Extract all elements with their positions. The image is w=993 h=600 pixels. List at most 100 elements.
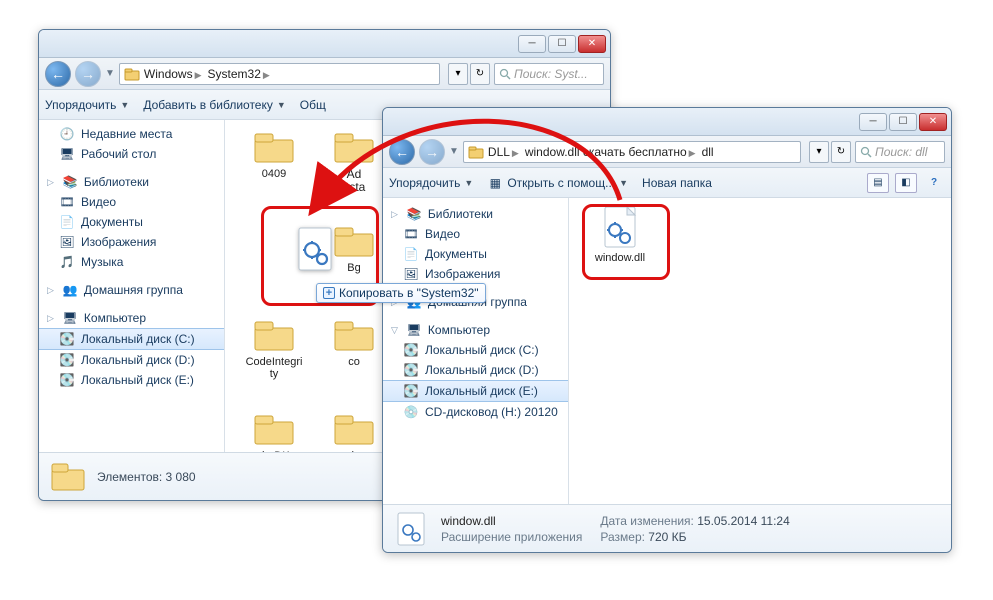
folder-icon (251, 314, 297, 354)
back-button[interactable]: ← (389, 139, 415, 165)
organize-menu[interactable]: Упорядочить▼ (389, 176, 473, 190)
library-icon: 📚 (406, 206, 422, 222)
nav-computer[interactable]: ▷🖥Компьютер (39, 308, 224, 328)
breadcrumb-item[interactable]: DLL▶ (486, 145, 521, 159)
explorer-window-dll: ─ ☐ ✕ ← → ▼ DLL▶ window.dll скачать бесп… (382, 107, 952, 553)
recent-icon: 🕘 (59, 126, 75, 142)
address-tools: ▾ ↻ (809, 141, 851, 163)
nav-recent[interactable]: 🕘Недавние места (39, 124, 224, 144)
video-icon: 🎞 (59, 194, 75, 210)
nav-videos[interactable]: 🎞Видео (383, 224, 568, 244)
nav-computer[interactable]: ▽🖥Компьютер (383, 320, 568, 340)
forward-button[interactable]: → (75, 61, 101, 87)
share-menu-truncated[interactable]: Общ (300, 98, 326, 112)
nav-libraries-group[interactable]: ▷📚Библиотеки (39, 172, 224, 192)
drive-icon: 💽 (403, 362, 419, 378)
refresh-button[interactable]: ↻ (831, 141, 851, 163)
file-list[interactable]: window.dll (569, 198, 951, 504)
close-button[interactable]: ✕ (919, 113, 947, 131)
navigation-pane: 🕘Недавние места 🖥Рабочий стол ▷📚Библиоте… (39, 120, 225, 452)
details-filetype: Расширение приложения (441, 530, 582, 544)
nav-desktop[interactable]: 🖥Рабочий стол (39, 144, 224, 164)
folder-item[interactable]: Adnsta (323, 126, 385, 194)
folder-icon (331, 314, 377, 354)
breadcrumb-item[interactable]: window.dll скачать бесплатно▶ (523, 145, 698, 159)
folder-item[interactable]: CodeIntegri ty (243, 314, 305, 380)
organize-menu[interactable]: Упорядочить▼ (45, 98, 129, 112)
dll-file-icon (290, 224, 340, 274)
search-input[interactable]: Поиск: dll (855, 141, 945, 163)
app-icon: ▦ (487, 175, 503, 191)
details-filename: window.dll (441, 514, 496, 528)
drive-icon: 💽 (59, 331, 75, 347)
folder-item[interactable]: 0409 (243, 126, 305, 180)
nav-disk-d[interactable]: 💽Локальный диск (D:) (39, 350, 224, 370)
history-dropdown[interactable]: ▼ (105, 68, 115, 79)
folder-icon (49, 458, 87, 496)
nav-documents[interactable]: 📄Документы (383, 244, 568, 264)
nav-disk-d[interactable]: 💽Локальный диск (D:) (383, 360, 568, 380)
nav-homegroup[interactable]: ▷👥Домашняя группа (39, 280, 224, 300)
preview-pane-button[interactable]: ◧ (895, 173, 917, 193)
nav-music[interactable]: 🎵Музыка (39, 252, 224, 272)
minimize-button[interactable]: ─ (518, 35, 546, 53)
search-input[interactable]: Поиск: Syst... (494, 63, 604, 85)
maximize-button[interactable]: ☐ (548, 35, 576, 53)
address-tools: ▾ ↻ (448, 63, 490, 85)
drive-icon: 💽 (403, 342, 419, 358)
nav-images[interactable]: 🖼Изображения (383, 264, 568, 284)
titlebar: ─ ☐ ✕ (383, 108, 951, 136)
open-with-menu[interactable]: ▦Открыть с помощ...▼ (487, 175, 628, 191)
computer-icon: 🖥 (406, 322, 422, 338)
breadcrumb-item[interactable]: dll (700, 145, 716, 159)
drive-icon: 💽 (403, 383, 419, 399)
folder-item[interactable]: de (323, 408, 385, 452)
nav-disk-e[interactable]: 💽Локальный диск (E:) (39, 370, 224, 390)
forward-button[interactable]: → (419, 139, 445, 165)
folder-item[interactable]: co (323, 314, 385, 368)
nav-cd-drive[interactable]: 💿CD-дисковод (H:) 20120 (383, 402, 568, 422)
address-bar[interactable]: Windows▶ System32▶ (119, 63, 440, 85)
view-mode-button[interactable]: ▤ (867, 173, 889, 193)
folder-icon (251, 408, 297, 448)
search-placeholder: Поиск: Syst... (514, 67, 588, 81)
breadcrumb-item[interactable]: Windows▶ (142, 67, 204, 81)
tooltip-text: Копировать в "System32" (339, 286, 479, 300)
nav-images[interactable]: 🖼Изображения (39, 232, 224, 252)
computer-icon: 🖥 (62, 310, 78, 326)
nav-disk-c[interactable]: 💽Локальный диск (C:) (39, 328, 224, 350)
file-item-windowdll[interactable]: window.dll (589, 204, 651, 264)
toolbar: Упорядочить▼ ▦Открыть с помощ...▼ Новая … (383, 168, 951, 198)
homegroup-icon: 👥 (62, 282, 78, 298)
drag-tooltip: + Копировать в "System32" (316, 283, 486, 303)
new-folder-button[interactable]: Новая папка (642, 176, 712, 190)
add-to-library-menu[interactable]: Добавить в библиотеку▼ (143, 98, 285, 112)
music-icon: 🎵 (59, 254, 75, 270)
nav-disk-c[interactable]: 💽Локальный диск (C:) (383, 340, 568, 360)
drive-icon: 💽 (59, 372, 75, 388)
address-bar[interactable]: DLL▶ window.dll скачать бесплатно▶ dll (463, 141, 801, 163)
nav-videos[interactable]: 🎞Видео (39, 192, 224, 212)
refresh-button[interactable]: ↻ (470, 63, 490, 85)
help-button[interactable]: ? (923, 173, 945, 193)
maximize-button[interactable]: ☐ (889, 113, 917, 131)
nav-libraries-group[interactable]: ▷📚Библиотеки (383, 204, 568, 224)
breadcrumb-item[interactable]: System32▶ (206, 67, 272, 81)
nav-disk-e[interactable]: 💽Локальный диск (E:) (383, 380, 568, 402)
folder-icon (468, 144, 484, 160)
folder-icon (251, 126, 297, 166)
folder-icon (124, 66, 140, 82)
status-text: Элементов: 3 080 (97, 470, 196, 484)
history-dropdown[interactable]: ▼ (449, 146, 459, 157)
back-button[interactable]: ← (45, 61, 71, 87)
library-icon: 📚 (62, 174, 78, 190)
folder-icon (331, 126, 377, 166)
folder-item[interactable]: da-DK (243, 408, 305, 452)
nav-documents[interactable]: 📄Документы (39, 212, 224, 232)
minimize-button[interactable]: ─ (859, 113, 887, 131)
address-dropdown[interactable]: ▾ (448, 63, 468, 85)
address-dropdown[interactable]: ▾ (809, 141, 829, 163)
image-icon: 🖼 (59, 234, 75, 250)
close-button[interactable]: ✕ (578, 35, 606, 53)
folder-icon (331, 408, 377, 448)
